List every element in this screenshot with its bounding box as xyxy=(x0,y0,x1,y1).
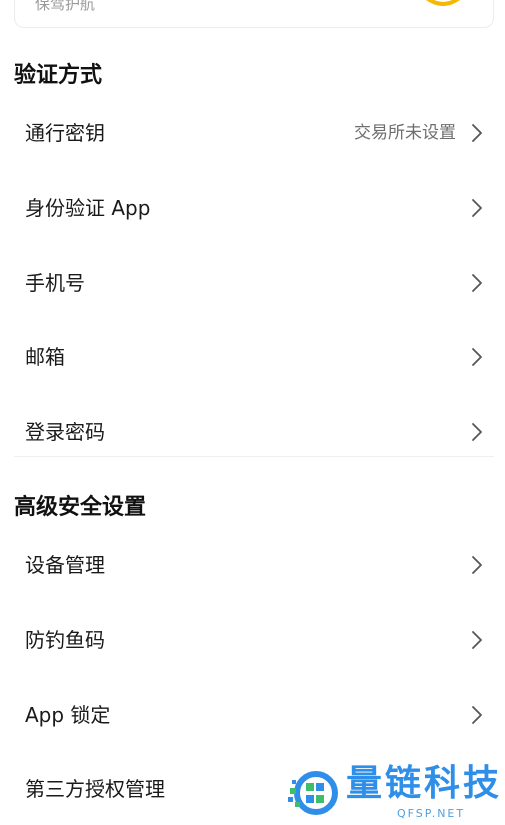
watermark-domain: QFSP.NET xyxy=(397,807,466,820)
row-email[interactable]: 邮箱 xyxy=(14,327,494,387)
row-label: 身份验证 App xyxy=(25,196,151,220)
promo-card-label: 保驾护航 xyxy=(35,0,96,13)
watermark-logo-icon xyxy=(288,771,338,815)
row-label: 手机号 xyxy=(25,271,85,295)
chevron-right-icon xyxy=(472,556,482,574)
chevron-right-icon xyxy=(472,423,482,441)
chevron-right-icon xyxy=(472,274,482,292)
watermark: 量链科技 QFSP.NET xyxy=(282,760,504,824)
row-label: 防钓鱼码 xyxy=(25,628,105,652)
chevron-right-icon xyxy=(472,348,482,366)
chevron-right-icon xyxy=(472,631,482,649)
row-passkey[interactable]: 通行密钥 交易所未设置 xyxy=(14,103,494,163)
shield-illustration-icon xyxy=(426,0,460,6)
security-promo-card[interactable]: 保驾护航 xyxy=(14,0,494,28)
row-label: 登录密码 xyxy=(25,420,105,444)
row-app-lock[interactable]: App 锁定 xyxy=(14,685,494,745)
watermark-brand: 量链科技 xyxy=(346,763,503,804)
row-phone[interactable]: 手机号 xyxy=(14,253,494,313)
section-divider xyxy=(14,456,494,457)
row-label: App 锁定 xyxy=(25,703,111,727)
section-title-advanced: 高级安全设置 xyxy=(14,495,147,520)
chevron-right-icon xyxy=(472,124,482,142)
row-label: 第三方授权管理 xyxy=(25,777,165,801)
row-anti-phishing-code[interactable]: 防钓鱼码 xyxy=(14,610,494,670)
row-label: 设备管理 xyxy=(25,553,105,577)
row-label: 通行密钥 xyxy=(25,121,105,145)
section-title-verification: 验证方式 xyxy=(14,63,103,88)
row-authenticator-app[interactable]: 身份验证 App xyxy=(14,178,494,238)
chevron-right-icon xyxy=(472,199,482,217)
row-label: 邮箱 xyxy=(25,345,65,369)
chevron-right-icon xyxy=(472,706,482,724)
passkey-status: 交易所未设置 xyxy=(354,123,456,143)
row-login-password[interactable]: 登录密码 xyxy=(14,402,494,462)
row-device-management[interactable]: 设备管理 xyxy=(14,535,494,595)
